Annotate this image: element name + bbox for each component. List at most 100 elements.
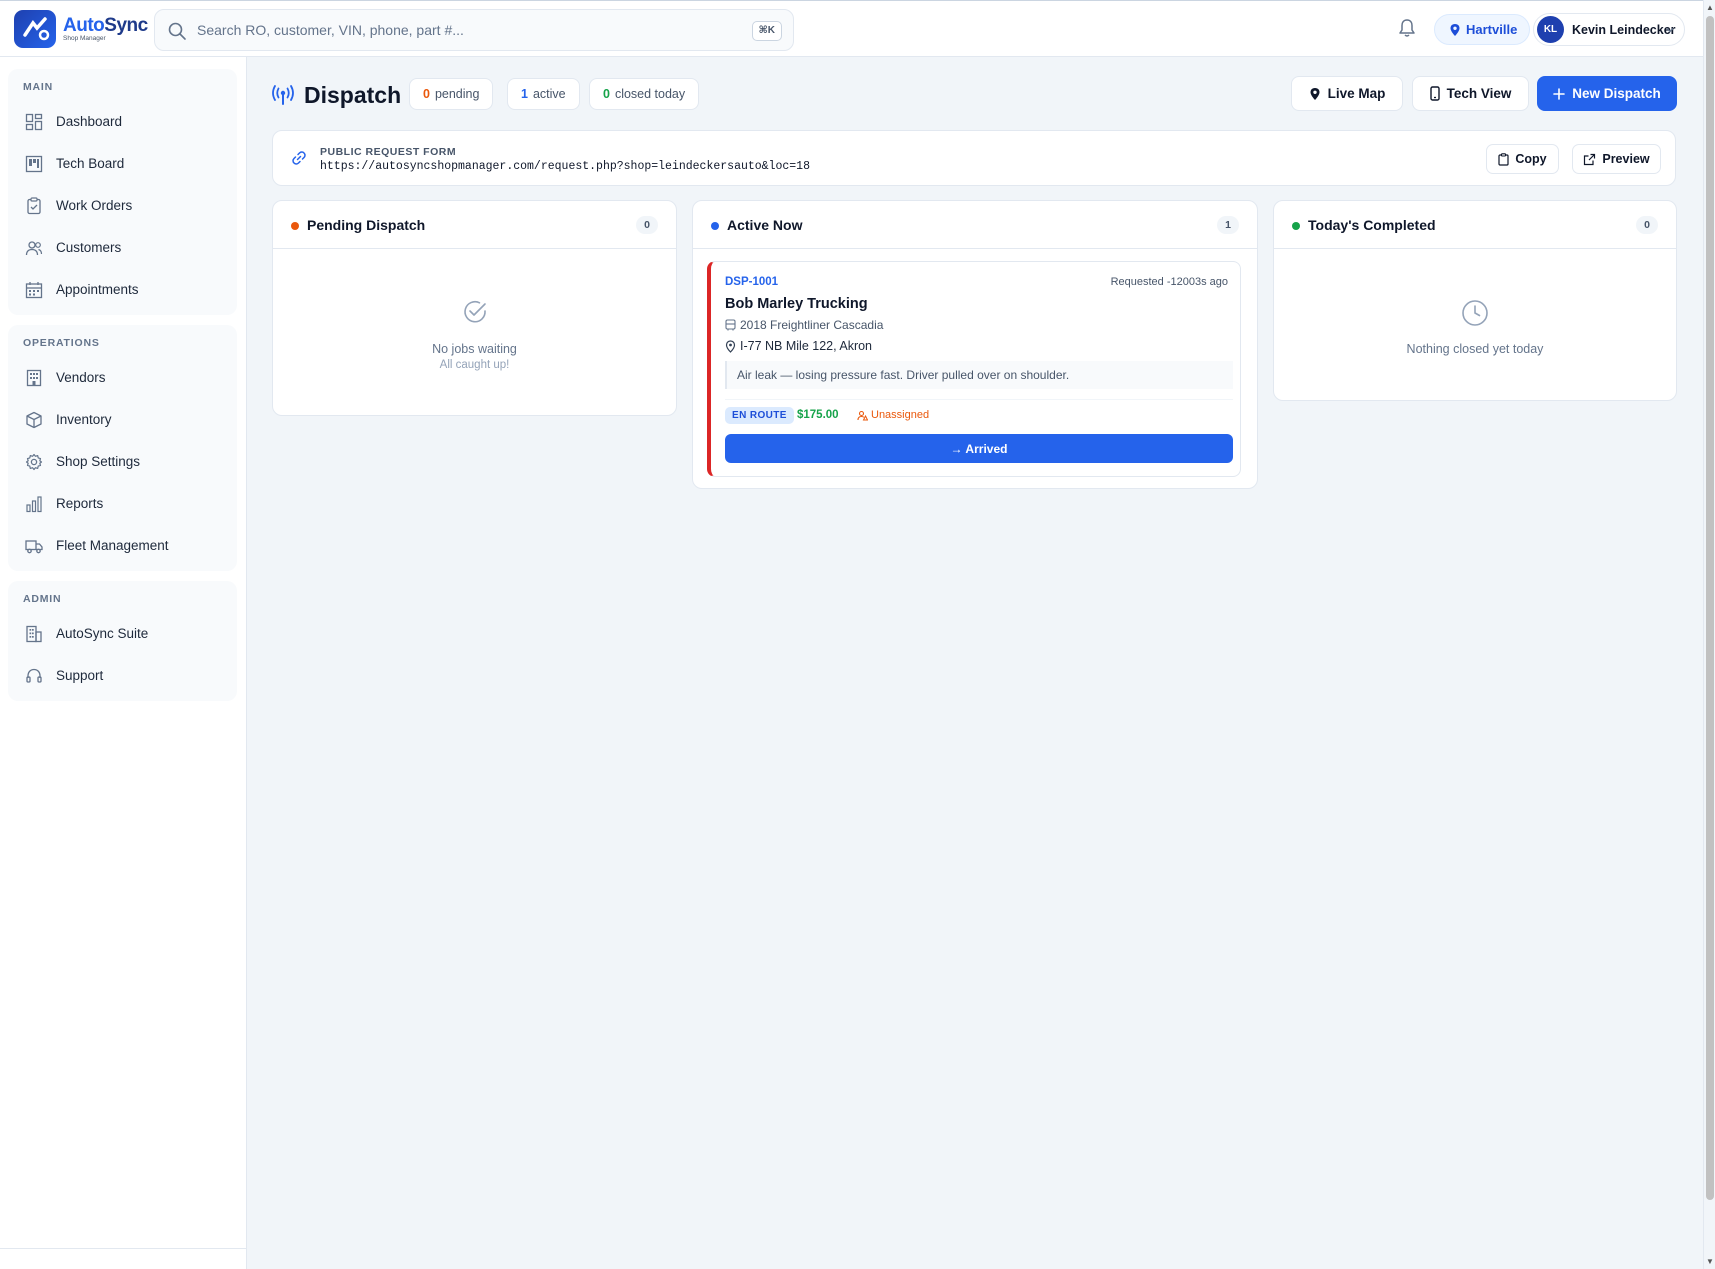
global-search[interactable]: ⌘K [154, 9, 794, 51]
sidebar-group-operations: OPERATIONS Vendors Inventory Shop Settin… [8, 325, 237, 571]
column-title: Pending Dispatch [307, 217, 426, 233]
bar-chart-icon [26, 496, 42, 513]
todays-completed-column: Today's Completed 0 Nothing closed yet t… [1273, 200, 1677, 401]
job-location: I-77 NB Mile 122, Akron [725, 339, 872, 353]
sidebar-item-label: Appointments [56, 282, 139, 297]
stat-pending: 0 pending [409, 78, 494, 110]
location-selector[interactable]: Hartville [1434, 14, 1531, 45]
dashboard-icon [25, 113, 43, 131]
assignee[interactable]: Unassigned [857, 409, 929, 421]
app-name-part1: Auto [63, 14, 105, 36]
arrived-button[interactable]: → Arrived [725, 434, 1233, 463]
sidebar-item-customers[interactable]: Customers [8, 229, 237, 267]
sidebar-item-appointments[interactable]: Appointments [8, 271, 237, 309]
sidebar-item-vendors[interactable]: Vendors [8, 359, 237, 397]
scroll-down-arrow[interactable]: ▼ [1706, 1257, 1714, 1266]
sidebar-item-label: Support [56, 668, 104, 683]
dispatch-card[interactable]: DSP-1001 Requested -12003s ago Bob Marle… [707, 261, 1241, 477]
top-bar: AutoSync Shop Manager ⌘K Hartville KL Ke… [0, 0, 1703, 57]
bus-icon [725, 319, 736, 331]
sidebar-item-label: Reports [56, 496, 104, 511]
copy-url-button[interactable]: Copy [1486, 144, 1559, 174]
status-dot [711, 222, 719, 230]
notifications-button[interactable] [1398, 18, 1416, 43]
empty-state-subtitle: All caught up! [439, 359, 510, 371]
tech-board-icon [25, 155, 43, 173]
sidebar-item-label: Customers [56, 240, 122, 255]
public-request-form-card: PUBLIC REQUEST FORM https://autosyncshop… [272, 130, 1676, 186]
scroll-up-arrow[interactable]: ▲ [1706, 3, 1714, 12]
sidebar-item-label: Dashboard [56, 114, 123, 129]
search-shortcut: ⌘K [751, 21, 782, 41]
page-scrollbar[interactable]: ▲ ▼ [1703, 0, 1715, 1269]
truck-icon [25, 540, 43, 554]
search-icon [168, 22, 186, 40]
empty-state-title: Nothing closed yet today [1406, 342, 1544, 356]
sidebar-divider [0, 1248, 247, 1249]
sidebar-item-shop-settings[interactable]: Shop Settings [8, 443, 237, 481]
status-dot [1292, 222, 1300, 230]
active-now-column: Active Now 1 DSP-1001 Requested -12003s … [692, 200, 1258, 489]
scroll-thumb[interactable] [1706, 16, 1714, 1200]
job-note: Air leak — losing pressure fast. Driver … [725, 361, 1233, 389]
tech-view-button[interactable]: Tech View [1412, 76, 1529, 111]
sidebar-item-label: Work Orders [56, 198, 133, 213]
request-form-url[interactable]: https://autosyncshopmanager.com/request.… [320, 160, 810, 173]
vehicle-name: 2018 Freightliner Cascadia [740, 318, 884, 332]
sidebar-item-support[interactable]: Support [8, 657, 237, 695]
clipboard-icon [1498, 152, 1509, 166]
status-badge: EN ROUTE [725, 407, 794, 424]
sidebar-item-dashboard[interactable]: Dashboard [8, 103, 237, 141]
sidebar-item-work-orders[interactable]: Work Orders [8, 187, 237, 225]
chevron-down-icon [1666, 28, 1674, 33]
gear-icon [25, 453, 43, 471]
clipboard-check-icon [27, 197, 41, 215]
column-count: 0 [1636, 216, 1658, 234]
sidebar-item-reports[interactable]: Reports [8, 485, 237, 523]
box-icon [26, 411, 42, 429]
stat-value: 1 [521, 87, 528, 101]
sidebar-item-fleet-management[interactable]: Fleet Management [8, 527, 237, 565]
dispatch-id[interactable]: DSP-1001 [725, 276, 778, 288]
sidebar-item-autosync-suite[interactable]: AutoSync Suite [8, 615, 237, 653]
sidebar-group-admin: ADMIN AutoSync Suite Support [8, 581, 237, 701]
stat-active: 1 active [507, 78, 580, 110]
stat-label: pending [434, 87, 480, 101]
new-dispatch-button[interactable]: New Dispatch [1537, 76, 1677, 111]
check-circle-icon [463, 300, 486, 323]
sidebar: MAIN Dashboard Tech Board Work Orders Cu… [0, 57, 247, 1269]
preview-form-button[interactable]: Preview [1572, 144, 1661, 174]
user-name: Kevin Leindecker [1572, 22, 1676, 37]
page-title: Dispatch [304, 82, 402, 108]
tech-view-label: Tech View [1446, 86, 1512, 101]
stat-closed-today: 0 closed today [589, 78, 700, 110]
column-header: Pending Dispatch 0 [273, 201, 676, 249]
stat-value: 0 [423, 87, 430, 101]
clock-icon [1462, 300, 1488, 326]
broadcast-icon [272, 85, 294, 105]
map-pin-icon [1310, 87, 1320, 100]
map-pin-icon [1450, 23, 1460, 36]
search-input[interactable] [197, 20, 697, 40]
sidebar-group-main: MAIN Dashboard Tech Board Work Orders Cu… [8, 69, 237, 315]
app-name-part2: Sync [104, 14, 148, 36]
sidebar-item-label: Tech Board [56, 156, 125, 171]
avatar: KL [1537, 16, 1564, 43]
user-warning-icon [857, 410, 868, 420]
live-map-button[interactable]: Live Map [1291, 76, 1403, 111]
map-pin-icon [725, 339, 736, 353]
stat-label: closed today [614, 87, 686, 101]
pending-dispatch-column: Pending Dispatch 0 No jobs waiting All c… [272, 200, 677, 416]
app-subtitle: Shop Manager [63, 34, 106, 42]
sidebar-item-inventory[interactable]: Inventory [8, 401, 237, 439]
preview-label: Preview [1602, 152, 1650, 166]
card-divider [725, 399, 1233, 400]
column-header: Today's Completed 0 [1274, 201, 1676, 249]
users-icon [25, 241, 43, 256]
app-logo[interactable]: AutoSync Shop Manager [14, 10, 148, 48]
status-dot [291, 222, 299, 230]
sidebar-item-tech-board[interactable]: Tech Board [8, 145, 237, 183]
link-icon [292, 151, 306, 165]
location-name: Hartville [1466, 22, 1518, 37]
user-menu[interactable]: KL Kevin Leindecker [1533, 13, 1685, 46]
